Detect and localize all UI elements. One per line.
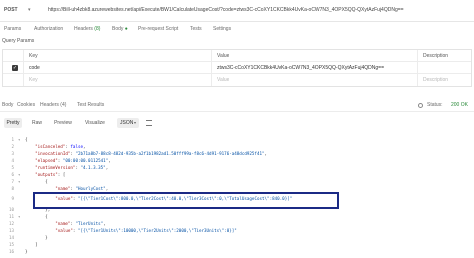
new-param-description-field[interactable]: Description [423, 76, 448, 84]
column-divider [23, 50, 24, 86]
code-line: 13 "value": "[{\"Tier1Units\":10000,\"Ti… [8, 228, 237, 233]
code-line: 8 "name": "HourlyCost", [11, 186, 109, 191]
code-line: 12 "name": "TierUnits", [8, 221, 106, 226]
tab-body[interactable]: Body ● [112, 25, 128, 34]
response-tab-headers[interactable]: Headers (4) [40, 101, 66, 110]
fold-chevron-icon[interactable]: ▾ [18, 178, 22, 185]
query-params-heading: Query Params [2, 38, 35, 44]
column-header-description: Description [423, 53, 449, 59]
column-header-key: Key [29, 53, 38, 59]
new-param-key-field[interactable]: Key [29, 76, 38, 84]
table-header-row: Key Value Description [3, 50, 471, 62]
request-url-bar: POST ▾ https://Bill-uh4zbk8.azurewebsite… [0, 0, 474, 22]
fold-chevron-icon[interactable]: ▾ [18, 213, 22, 220]
new-param-value-field[interactable]: Value [217, 76, 229, 84]
code-line: 2 "isCanceled": false, [11, 144, 86, 149]
request-tabs: Params Authorization Headers (8) Body ● … [0, 22, 474, 36]
response-view-toolbar: Pretty Raw Preview Visualize JSON ▾ [0, 116, 474, 130]
code-line: 5 "runtimeVersion": "4.1.3.35", [11, 165, 109, 170]
response-tab-cookies[interactable]: Cookies [17, 101, 35, 110]
code-line: 7 ▾ { [11, 178, 48, 185]
code-line: 6 ▾ "outputs": [ [11, 171, 66, 178]
param-enabled-checkbox[interactable]: ✓ [12, 65, 18, 71]
column-divider [417, 50, 418, 86]
tab-params[interactable]: Params [4, 25, 21, 34]
response-tab-body[interactable]: Body [2, 101, 13, 110]
view-pretty-button[interactable]: Pretty [4, 118, 22, 128]
chevron-down-icon[interactable]: ▾ [28, 6, 36, 15]
view-preview-button[interactable]: Preview [52, 118, 74, 128]
code-line: 3 "invocationId": "2b71a8b7-88c8-482d-93… [11, 151, 268, 156]
chevron-down-icon[interactable]: ▾ [134, 118, 136, 128]
param-key-field[interactable]: code [29, 64, 40, 72]
tab-headers[interactable]: Headers (8) [74, 25, 100, 34]
column-divider [211, 50, 212, 86]
status-badge: 200 OK [451, 102, 468, 108]
globe-icon[interactable] [418, 103, 423, 108]
response-body: 1 ▾{ 2 "isCanceled": false, 3 "invocation… [0, 132, 474, 258]
fold-chevron-icon[interactable]: ▾ [18, 171, 22, 178]
param-value-field[interactable]: ztws3C-cCoXY1CKCBkk4UvKa-oCW7N3_4OPX5QQ-… [217, 64, 417, 72]
highlight-annotation-box [33, 192, 339, 209]
code-line: 16} [8, 249, 28, 254]
url-input[interactable]: https://Bill-uh4zbk8.azurewebsites.net/a… [48, 6, 472, 15]
query-params-table: Key Value Description ✓ code ztws3C-cCoX… [2, 49, 472, 87]
response-tab-test-results[interactable]: Test Results [77, 101, 104, 110]
table-row: ✓ code ztws3C-cCoXY1CKCBkk4UvKa-oCW7N3_4… [3, 62, 471, 74]
column-header-value: Value [217, 53, 230, 59]
wrap-lines-icon[interactable] [146, 120, 152, 126]
code-line: 15 ] [8, 242, 38, 247]
http-method-select[interactable]: POST [4, 6, 26, 15]
view-raw-button[interactable]: Raw [30, 118, 44, 128]
code-line: 1 ▾{ [11, 136, 28, 143]
fold-chevron-icon[interactable]: ▾ [18, 136, 22, 143]
tab-authorization[interactable]: Authorization [34, 25, 63, 34]
view-visualize-button[interactable]: Visualize [82, 118, 108, 128]
tab-settings[interactable]: Settings [213, 25, 231, 34]
code-line: 14 } [8, 235, 48, 240]
code-line: 11 ▾ { [8, 213, 48, 220]
tab-tests[interactable]: Tests [190, 25, 202, 34]
status-label: Status: [427, 102, 443, 108]
code-line: 4 "elapsed": "00:00:00.0112541", [11, 158, 111, 163]
table-row: Key Value Description [3, 74, 471, 86]
response-tabs: Body Cookies Headers (4) Test Results St… [0, 98, 474, 112]
tab-pre-request-script[interactable]: Pre-request Script [138, 25, 178, 34]
